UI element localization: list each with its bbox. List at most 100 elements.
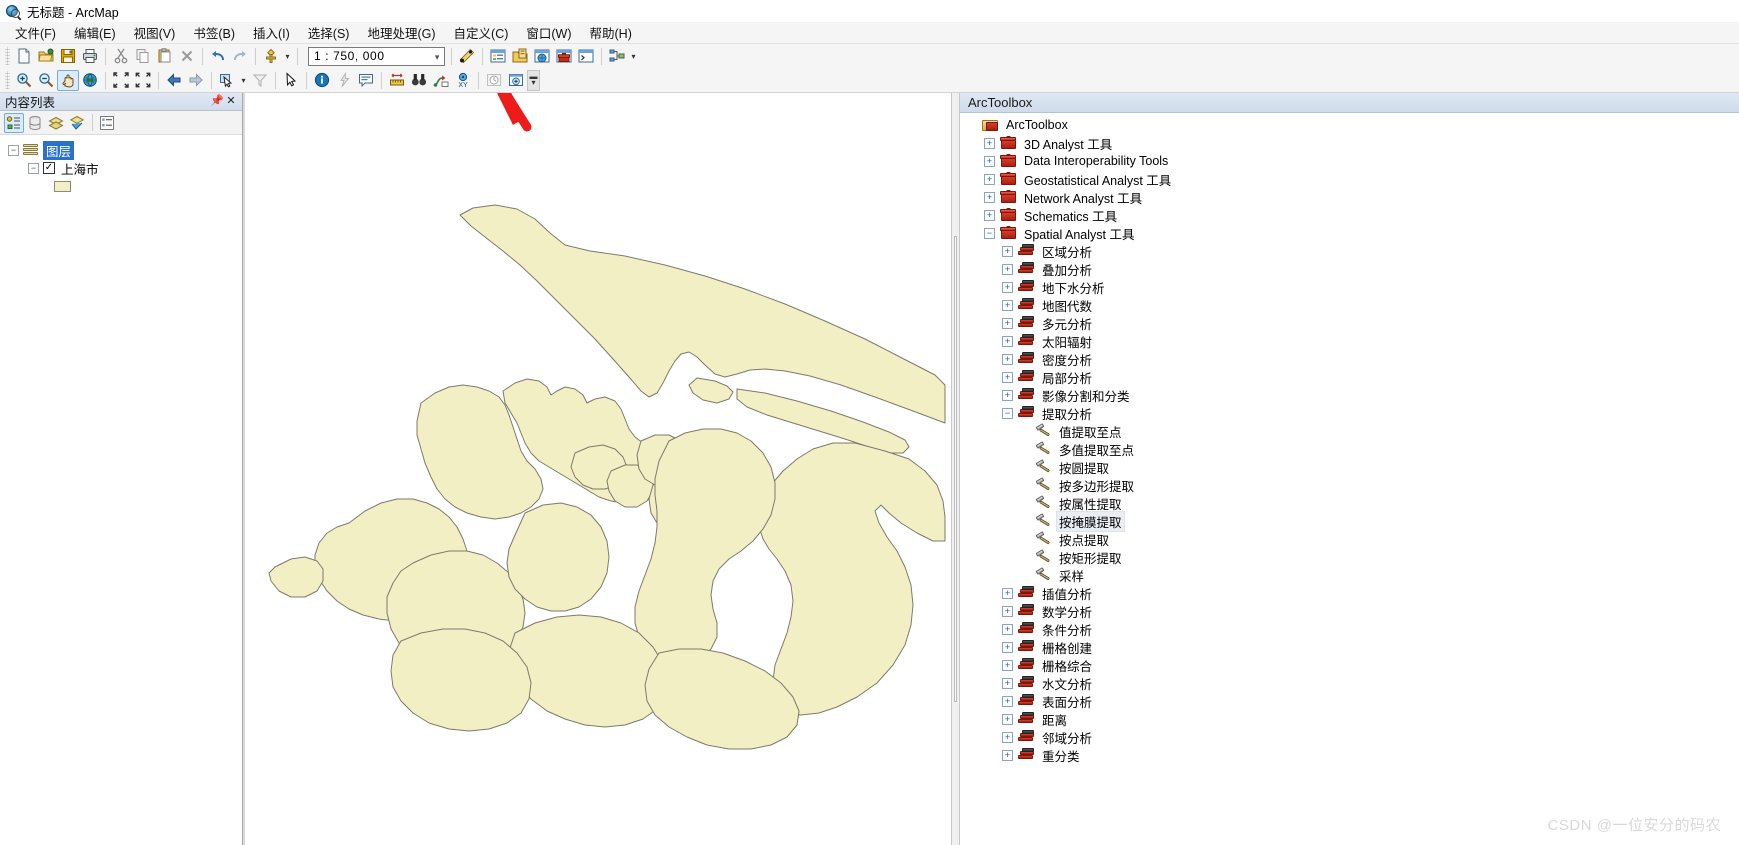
search-window-button[interactable] bbox=[531, 46, 553, 67]
toolbar-grip[interactable] bbox=[5, 47, 10, 65]
toolbar-overflow-button[interactable]: ▬ ▾ bbox=[527, 69, 540, 91]
expand-expander-icon[interactable]: + bbox=[1002, 245, 1013, 257]
expand-expander-icon[interactable]: + bbox=[1002, 353, 1013, 365]
expand-expander-icon[interactable]: + bbox=[1002, 749, 1013, 761]
expand-expander-icon[interactable]: + bbox=[1002, 713, 1013, 725]
arctoolbox-tool-item[interactable]: 按点提取 bbox=[960, 530, 1739, 548]
save-button[interactable] bbox=[57, 46, 79, 67]
arctoolbox-tree-item[interactable]: + 太阳辐射 bbox=[960, 332, 1739, 350]
select-dropdown-arrow-icon[interactable]: ▾ bbox=[238, 70, 249, 91]
pin-icon[interactable]: 📌 bbox=[210, 95, 224, 109]
arctoolbox-tree-item[interactable]: + 水文分析 bbox=[960, 674, 1739, 692]
arctoolbox-tool-item[interactable]: 值提取至点 bbox=[960, 422, 1739, 440]
catalog-window-button[interactable] bbox=[509, 46, 531, 67]
map-view[interactable] bbox=[243, 93, 951, 845]
measure-button[interactable] bbox=[386, 70, 408, 91]
expand-expander-icon[interactable]: + bbox=[1002, 299, 1013, 311]
arctoolbox-tree-item[interactable]: + Schematics 工具 bbox=[960, 206, 1739, 224]
arctoolbox-tree-item[interactable]: + 区域分析 bbox=[960, 242, 1739, 260]
menu-selection[interactable]: 选择(S) bbox=[299, 21, 359, 44]
print-button[interactable] bbox=[79, 46, 101, 67]
new-map-button[interactable] bbox=[13, 46, 35, 67]
html-popup-button[interactable] bbox=[355, 70, 377, 91]
toc-node-symbol[interactable] bbox=[0, 177, 242, 195]
redo-button[interactable] bbox=[229, 46, 251, 67]
legend-swatch[interactable] bbox=[54, 180, 71, 192]
arctoolbox-tree-item[interactable]: + 邻域分析 bbox=[960, 728, 1739, 746]
fixed-zoom-in-button[interactable] bbox=[110, 70, 132, 91]
list-by-source-button[interactable] bbox=[25, 113, 45, 133]
expand-expander-icon[interactable]: + bbox=[984, 191, 995, 203]
delete-button[interactable] bbox=[176, 46, 198, 67]
arctoolbox-tool-item[interactable]: 按圆提取 bbox=[960, 458, 1739, 476]
select-elements-button[interactable] bbox=[280, 70, 302, 91]
panel-splitter[interactable] bbox=[951, 93, 960, 845]
hyperlink-button[interactable] bbox=[333, 70, 355, 91]
menu-view[interactable]: 视图(V) bbox=[125, 21, 185, 44]
time-slider-button[interactable] bbox=[483, 70, 505, 91]
editor-toolbar-button[interactable] bbox=[456, 46, 478, 67]
list-by-drawing-order-button[interactable] bbox=[4, 112, 24, 133]
open-button[interactable] bbox=[35, 46, 57, 67]
find-button[interactable] bbox=[408, 70, 430, 91]
collapse-expander-icon[interactable]: − bbox=[1002, 407, 1013, 419]
toc-node-layers[interactable]: − 图层 bbox=[0, 140, 242, 160]
arctoolbox-tree-item[interactable]: + 栅格综合 bbox=[960, 656, 1739, 674]
list-by-selection-button[interactable] bbox=[67, 113, 87, 133]
arctoolbox-tool-item[interactable]: 按多边形提取 bbox=[960, 476, 1739, 494]
arctoolbox-tool-item[interactable]: 多值提取至点 bbox=[960, 440, 1739, 458]
expand-expander-icon[interactable]: + bbox=[984, 209, 995, 221]
collapse-expander-icon[interactable]: − bbox=[984, 227, 995, 239]
arctoolbox-tree-item[interactable]: +3D Analyst 工具 bbox=[960, 134, 1739, 152]
arctoolbox-tree-item[interactable]: + 密度分析 bbox=[960, 350, 1739, 368]
toc-node-layer-shanghai[interactable]: − ✓ 上海市 bbox=[0, 159, 242, 177]
arctoolbox-tree-item[interactable]: + 条件分析 bbox=[960, 620, 1739, 638]
menu-file[interactable]: 文件(F) bbox=[6, 21, 65, 44]
arctoolbox-tool-item[interactable]: 采样 bbox=[960, 566, 1739, 584]
toolbar-overflow-arrow-icon[interactable]: ▾ bbox=[628, 46, 639, 67]
expand-expander-icon[interactable]: + bbox=[1002, 677, 1013, 689]
map-scale-combobox[interactable]: 1 : 750, 000 ▾ bbox=[308, 46, 445, 66]
expand-expander-icon[interactable]: + bbox=[1002, 695, 1013, 707]
go-back-extent-button[interactable] bbox=[163, 70, 185, 91]
arctoolbox-tree-item[interactable]: + 表面分析 bbox=[960, 692, 1739, 710]
expand-expander-icon[interactable]: + bbox=[1002, 371, 1013, 383]
go-forward-extent-button[interactable] bbox=[185, 70, 207, 91]
arctoolbox-tree-item[interactable]: + 叠加分析 bbox=[960, 260, 1739, 278]
create-viewer-button[interactable] bbox=[505, 70, 527, 91]
fixed-zoom-out-button[interactable] bbox=[132, 70, 154, 91]
zoom-out-button[interactable] bbox=[35, 70, 57, 91]
add-data-button[interactable] bbox=[260, 46, 282, 67]
add-data-dropdown-arrow-icon[interactable]: ▾ bbox=[282, 46, 293, 67]
toolbar-grip[interactable] bbox=[5, 71, 10, 89]
expand-expander-icon[interactable]: + bbox=[1002, 389, 1013, 401]
clear-selection-button[interactable] bbox=[249, 70, 271, 91]
expand-expander-icon[interactable]: + bbox=[1002, 731, 1013, 743]
copy-button[interactable] bbox=[132, 46, 154, 67]
toc-window-button[interactable] bbox=[487, 46, 509, 67]
pan-button[interactable] bbox=[57, 69, 79, 91]
expand-expander-icon[interactable]: + bbox=[1002, 623, 1013, 635]
arctoolbox-tree-item[interactable]: − Spatial Analyst 工具 bbox=[960, 224, 1739, 242]
model-builder-button[interactable] bbox=[606, 46, 628, 67]
arctoolbox-tool-item[interactable]: 按属性提取 bbox=[960, 494, 1739, 512]
arctoolbox-tree-item[interactable]: + Geostatistical Analyst 工具 bbox=[960, 170, 1739, 188]
expand-expander-icon[interactable]: + bbox=[1002, 641, 1013, 653]
full-extent-button[interactable] bbox=[79, 70, 101, 91]
expand-expander-icon[interactable]: + bbox=[1002, 317, 1013, 329]
arctoolbox-tool-item[interactable]: 按矩形提取 bbox=[960, 548, 1739, 566]
menu-geoprocessing[interactable]: 地理处理(G) bbox=[358, 21, 444, 44]
undo-button[interactable] bbox=[207, 46, 229, 67]
menu-insert[interactable]: 插入(I) bbox=[244, 21, 299, 44]
menu-window[interactable]: 窗口(W) bbox=[517, 21, 580, 44]
menu-help[interactable]: 帮助(H) bbox=[581, 21, 641, 44]
expand-expander-icon[interactable]: + bbox=[984, 173, 995, 185]
expand-expander-icon[interactable]: + bbox=[984, 155, 995, 167]
expand-expander-icon[interactable]: + bbox=[1002, 587, 1013, 599]
identify-button[interactable] bbox=[311, 70, 333, 91]
menu-customize[interactable]: 自定义(C) bbox=[445, 21, 518, 44]
collapse-expander-icon[interactable]: − bbox=[8, 144, 19, 156]
arctoolbox-tree-item[interactable]: + 插值分析 bbox=[960, 584, 1739, 602]
python-window-button[interactable] bbox=[575, 46, 597, 67]
arctoolbox-tree-item[interactable]: + 栅格创建 bbox=[960, 638, 1739, 656]
